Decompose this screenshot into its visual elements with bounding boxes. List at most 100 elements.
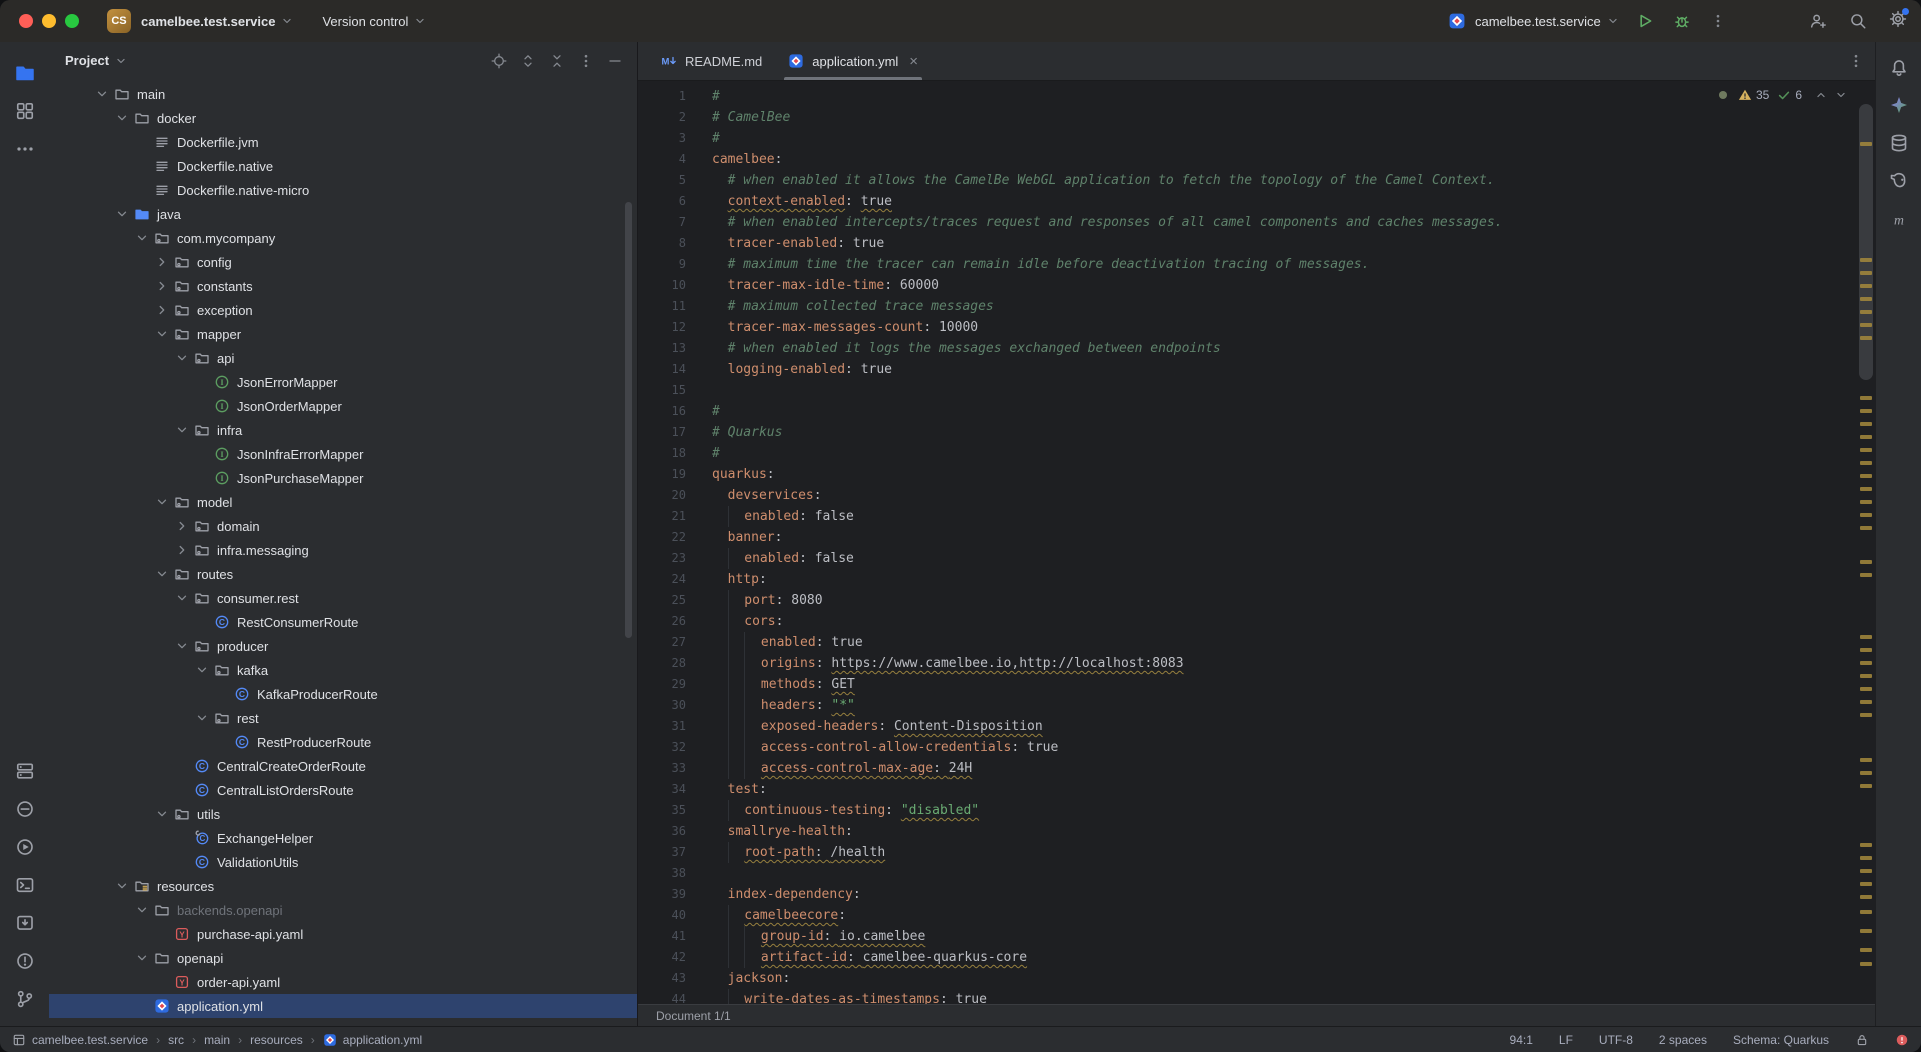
warning-stripe-mark[interactable]: [1860, 843, 1872, 847]
breadcrumb-item-camelbee.test.service[interactable]: camelbee.test.service: [12, 1033, 148, 1047]
warning-stripe-mark[interactable]: [1860, 856, 1872, 860]
tree-item-openapi[interactable]: openapi: [49, 946, 637, 970]
run-circle-icon[interactable]: [6, 828, 44, 866]
run-config-icon[interactable]: [1448, 12, 1466, 30]
warning-stripe-mark[interactable]: [1860, 929, 1872, 933]
more-horizontal-icon[interactable]: [6, 130, 44, 168]
warning-stripe-mark[interactable]: [1860, 784, 1872, 788]
tree-item-config[interactable]: config: [49, 250, 637, 274]
warning-stripe-mark[interactable]: [1860, 422, 1872, 426]
tree-item-kafka[interactable]: kafka: [49, 658, 637, 682]
status-caret-position[interactable]: 94:1: [1510, 1033, 1533, 1047]
warning-stripe-mark[interactable]: [1860, 336, 1872, 340]
chevron-down-icon[interactable]: [114, 110, 134, 126]
locate-icon[interactable]: [491, 53, 507, 69]
error-indicator-icon[interactable]: [1895, 1033, 1909, 1047]
tree-item-infra.messaging[interactable]: infra.messaging: [49, 538, 637, 562]
chevron-down-icon[interactable]: [154, 494, 174, 510]
tree-item-docker[interactable]: docker: [49, 106, 637, 130]
chevron-down-icon[interactable]: [174, 590, 194, 606]
tree-item-purchase-api.yaml[interactable]: Ypurchase-api.yaml: [49, 922, 637, 946]
terminal-icon[interactable]: [6, 866, 44, 904]
expand-all-icon[interactable]: [520, 53, 536, 69]
tree-item-rest[interactable]: rest: [49, 706, 637, 730]
tree-item-producer[interactable]: producer: [49, 634, 637, 658]
collapse-all-icon[interactable]: [549, 53, 565, 69]
tree-item-RestProducerRoute[interactable]: CRestProducerRoute: [49, 730, 637, 754]
tree-item-constants[interactable]: constants: [49, 274, 637, 298]
error-stripe[interactable]: [1856, 80, 1876, 1004]
tree-item-order-api.yaml[interactable]: Yorder-api.yaml: [49, 970, 637, 994]
warning-stripe-mark[interactable]: [1860, 284, 1872, 288]
chevron-down-icon[interactable]: [114, 878, 134, 894]
warning-stripe-mark[interactable]: [1860, 648, 1872, 652]
zoom-window-button[interactable]: [65, 14, 79, 28]
warning-stripe-mark[interactable]: [1860, 962, 1872, 966]
tree-item-CentralListOrdersRoute[interactable]: CCentralListOrdersRoute: [49, 778, 637, 802]
warning-stripe-mark[interactable]: [1860, 661, 1872, 665]
build-box-icon[interactable]: [6, 904, 44, 942]
warning-stripe-mark[interactable]: [1860, 500, 1872, 504]
chevron-down-icon[interactable]: [154, 326, 174, 342]
chevron-down-icon[interactable]: [194, 710, 214, 726]
tree-item-backends.openapi[interactable]: backends.openapi: [49, 898, 637, 922]
tree-item-mapper[interactable]: mapper: [49, 322, 637, 346]
chevron-right-icon[interactable]: [154, 278, 174, 294]
tree-item-JsonPurchaseMapper[interactable]: IJsonPurchaseMapper: [49, 466, 637, 490]
tree-item-ValidationUtils[interactable]: CValidationUtils: [49, 850, 637, 874]
tree-scrollbar[interactable]: [625, 202, 632, 638]
add-user-icon[interactable]: [1809, 12, 1827, 30]
tab-application.yml[interactable]: application.yml×: [775, 42, 931, 80]
tree-item-utils[interactable]: utils: [49, 802, 637, 826]
project-panel-title[interactable]: Project: [65, 53, 128, 68]
tree-item-application.yml[interactable]: application.yml: [49, 994, 637, 1018]
warning-stripe-mark[interactable]: [1860, 487, 1872, 491]
status-encoding[interactable]: UTF-8: [1599, 1033, 1633, 1047]
tree-item-com.mycompany[interactable]: com.mycompany: [49, 226, 637, 250]
warning-stripe-mark[interactable]: [1860, 310, 1872, 314]
status-indent-style[interactable]: 2 spaces: [1659, 1033, 1707, 1047]
maven-icon[interactable]: m: [1880, 200, 1918, 238]
kebab-icon[interactable]: [578, 53, 594, 69]
tree-item-model[interactable]: model: [49, 490, 637, 514]
tree-item-CentralCreateOrderRoute[interactable]: CCentralCreateOrderRoute: [49, 754, 637, 778]
warning-stripe-mark[interactable]: [1860, 882, 1872, 886]
tab-README.md[interactable]: MREADME.md: [648, 42, 775, 80]
tree-item-ExchangeHelper[interactable]: CExchangeHelper: [49, 826, 637, 850]
warning-stripe-mark[interactable]: [1860, 297, 1872, 301]
warning-stripe-mark[interactable]: [1860, 948, 1872, 952]
warning-stripe-mark[interactable]: [1860, 461, 1872, 465]
close-window-button[interactable]: [19, 14, 33, 28]
project-switcher[interactable]: camelbee.test.service: [141, 14, 294, 29]
warning-stripe-mark[interactable]: [1860, 396, 1872, 400]
warning-stripe-mark[interactable]: [1860, 513, 1872, 517]
warning-stripe-mark[interactable]: [1860, 323, 1872, 327]
next-problem-button[interactable]: [1834, 88, 1848, 102]
tree-item-RestConsumerRoute[interactable]: CRestConsumerRoute: [49, 610, 637, 634]
chevron-down-icon[interactable]: [134, 902, 154, 918]
status-schema[interactable]: Schema: Quarkus: [1733, 1033, 1829, 1047]
tree-item-infra[interactable]: infra: [49, 418, 637, 442]
chevron-down-icon[interactable]: [174, 638, 194, 654]
warning-stripe-mark[interactable]: [1860, 573, 1872, 577]
tree-item-exception[interactable]: exception: [49, 298, 637, 322]
chevron-right-icon[interactable]: [174, 518, 194, 534]
warning-stripe-mark[interactable]: [1860, 700, 1872, 704]
breadcrumb-item-src[interactable]: src: [168, 1033, 184, 1047]
chevron-right-icon[interactable]: [154, 254, 174, 270]
warning-stripe-mark[interactable]: [1860, 895, 1872, 899]
search-icon[interactable]: [1849, 12, 1867, 30]
chevron-down-icon[interactable]: [174, 350, 194, 366]
tree-item-main[interactable]: main: [49, 82, 637, 106]
tree-item-java[interactable]: java: [49, 202, 637, 226]
git-branch-icon[interactable]: [6, 980, 44, 1018]
grid-icon[interactable]: [6, 92, 44, 130]
chevron-down-icon[interactable]: [134, 950, 154, 966]
previous-problem-button[interactable]: [1814, 88, 1828, 102]
tree-item-Dockerfile.native[interactable]: Dockerfile.native: [49, 154, 637, 178]
services-icon[interactable]: [6, 752, 44, 790]
editor-options-icon[interactable]: [1848, 53, 1864, 69]
problems-circle-icon[interactable]: [6, 942, 44, 980]
tree-item-JsonOrderMapper[interactable]: IJsonOrderMapper: [49, 394, 637, 418]
ai-assistant-icon[interactable]: [1880, 86, 1918, 124]
